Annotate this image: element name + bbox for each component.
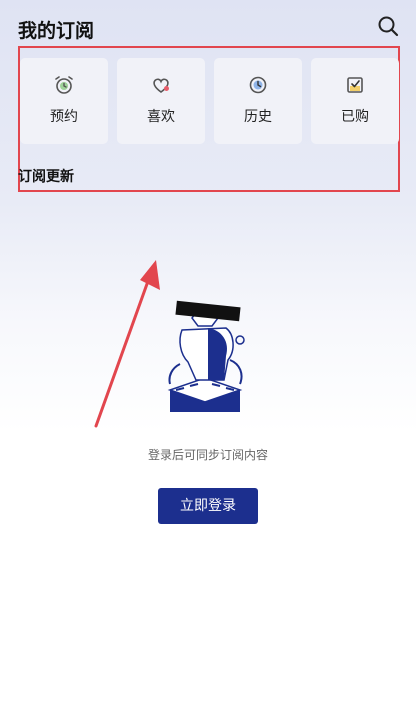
search-icon[interactable] — [376, 14, 400, 38]
card-like[interactable]: 喜欢 — [117, 58, 205, 144]
clock-icon — [247, 74, 269, 96]
card-label: 预约 — [50, 109, 78, 125]
card-label: 历史 — [244, 109, 272, 125]
card-purchased[interactable]: 已购 — [311, 58, 399, 144]
card-reserve[interactable]: 预约 — [20, 58, 108, 144]
login-button[interactable]: 立即登录 — [158, 488, 258, 524]
shortcut-cards: 预约 喜欢 历史 已购 — [20, 58, 400, 144]
heart-icon — [150, 74, 172, 96]
section-title: 订阅更新 — [18, 169, 74, 185]
alarm-clock-icon — [53, 74, 75, 96]
login-tip: 登录后可同步订阅内容 — [147, 448, 268, 462]
card-label: 已购 — [341, 109, 369, 125]
purchased-check-icon — [344, 74, 366, 96]
page-title: 我的订阅 — [18, 20, 95, 42]
card-label: 喜欢 — [147, 109, 175, 125]
empty-state-illustration — [167, 300, 245, 412]
card-history[interactable]: 历史 — [214, 58, 302, 144]
